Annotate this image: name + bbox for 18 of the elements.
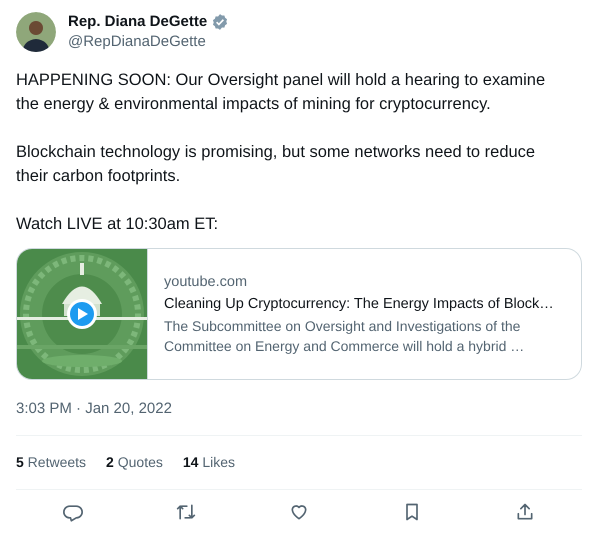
author-handle[interactable]: @RepDianaDeGette (68, 32, 230, 52)
link-title: Cleaning Up Cryptocurrency: The Energy Impacts of Block… (164, 295, 555, 314)
stat-link[interactable]: 14 Likes (182, 452, 236, 472)
stat-link[interactable]: 2 Quotes (106, 452, 163, 472)
stat-link[interactable]: 5 Retweets (16, 452, 86, 472)
author-name[interactable]: Rep. Diana DeGette (68, 12, 208, 32)
tweet-paragraph: Blockchain technology is promising, but some networks need to reduce their carbon footprints. (16, 142, 536, 187)
verified-badge-icon (211, 13, 230, 31)
link-card[interactable]: youtube.com Cleaning Up Cryptocurrency: The Energy Impacts of Block… The Subcommittee on Oversight and Investigations of the Committee on Energy and Commerce will hold a hybrid … (16, 248, 582, 380)
timestamp[interactable]: 3:03 PM · Jan 20, 2022 (16, 398, 582, 420)
link-domain: youtube.com (164, 273, 248, 292)
tweet-paragraph: HAPPENING SOON: Our Oversight panel will hold a hearing to examine the energy & environmental impacts of mining for cryptocurrency. (16, 70, 546, 115)
tweet-paragraph: Watch LIVE at 10:30am ET: (16, 214, 220, 235)
avatar[interactable] (16, 12, 56, 52)
link-description: The Subcommittee on Oversight and Investigations of the Committee on Energy and Commerce will hold a hybrid … (164, 316, 526, 356)
play-icon (75, 307, 89, 321)
retweet-icon[interactable] (176, 502, 196, 522)
share-icon[interactable] (515, 502, 536, 522)
